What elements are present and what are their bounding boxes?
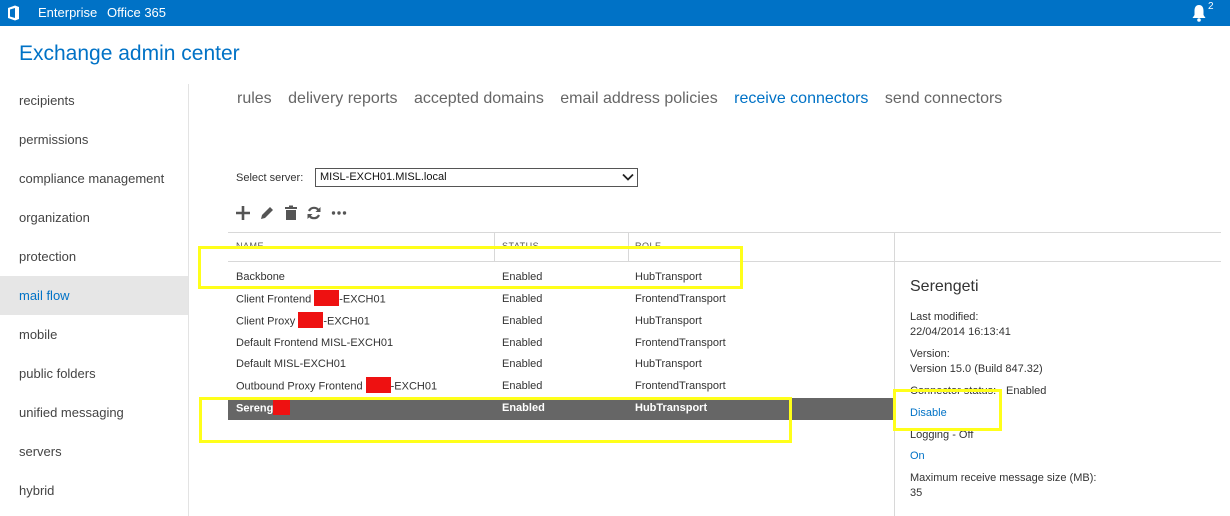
nav-item-protection[interactable]: protection [0, 237, 188, 276]
cell-role: FrontendTransport [635, 380, 726, 392]
cell-name-suffix: -EXCH01 [390, 380, 438, 393]
tab-receive-connectors[interactable]: receive connectors [734, 90, 868, 108]
top-bar: Enterprise Office 365 2 [0, 0, 1230, 26]
page-title: Exchange admin center [19, 42, 240, 65]
bell-icon[interactable] [1191, 4, 1207, 22]
table-row[interactable]: Client Frontend -EXCH01 Enabled Frontend… [228, 289, 894, 311]
server-dropdown[interactable]: MISL-EXCH01.MISL.local [315, 168, 638, 187]
redaction-mark [365, 377, 391, 393]
cell-status: Enabled [502, 337, 543, 349]
refresh-icon[interactable] [306, 205, 322, 221]
nav-item-compliance-management[interactable]: compliance management [0, 159, 188, 198]
cell-name: Default MISL-EXCH01 [236, 358, 347, 370]
cell-name: Default Frontend MISL-EXCH01 [236, 337, 394, 349]
table-row[interactable]: Outbound Proxy Frontend -EXCH01 Enabled … [228, 376, 894, 398]
more-icon[interactable] [331, 205, 347, 221]
connector-status-value: Enabled [1006, 385, 1047, 397]
cell-name: Client Frontend -EXCH01 [236, 290, 386, 306]
highlight-box-backbone [198, 246, 743, 289]
tab-send-connectors[interactable]: send connectors [885, 90, 1002, 108]
server-dropdown-value: MISL-EXCH01.MISL.local [320, 171, 447, 183]
cell-name-suffix: -EXCH01 [339, 293, 386, 306]
cell-role: HubTransport [635, 358, 702, 370]
tab-email-address-policies[interactable]: email address policies [560, 90, 717, 108]
nav-item-servers[interactable]: servers [0, 432, 188, 471]
redaction-mark [298, 312, 324, 328]
tab-rules[interactable]: rules [237, 90, 272, 108]
chevron-down-icon [622, 173, 634, 181]
redaction-mark [314, 290, 340, 306]
nav-item-permissions[interactable]: permissions [0, 120, 188, 159]
cell-role: HubTransport [635, 315, 702, 327]
nav-item-recipients[interactable]: recipients [0, 81, 188, 120]
table-row[interactable]: Default Frontend MISL-EXCH01 Enabled Fro… [228, 333, 894, 355]
enterprise-link[interactable]: Enterprise [38, 5, 97, 20]
table-row[interactable]: Client Proxy -EXCH01 Enabled HubTranspor… [228, 311, 894, 333]
left-navigation: recipients permissions compliance manage… [0, 81, 188, 510]
cell-status: Enabled [502, 315, 543, 327]
max-message-size-value: 35 [910, 487, 923, 499]
tab-delivery-reports[interactable]: delivery reports [288, 90, 397, 108]
nav-item-unified-messaging[interactable]: unified messaging [0, 393, 188, 432]
last-modified-value: 22/04/2014 16:13:41 [910, 326, 1011, 338]
office365-link[interactable]: Office 365 [107, 5, 166, 20]
cell-name: Client Proxy -EXCH01 [236, 312, 370, 328]
select-server-label: Select server: [236, 172, 304, 184]
cell-status: Enabled [502, 358, 543, 370]
table-row[interactable]: Default MISL-EXCH01 Enabled HubTransport [228, 354, 894, 376]
cell-role: FrontendTransport [635, 337, 726, 349]
nav-divider [188, 84, 189, 516]
delete-icon[interactable] [283, 205, 299, 221]
cell-status: Enabled [502, 380, 543, 392]
add-icon[interactable] [235, 205, 251, 221]
office-logo-icon[interactable] [7, 5, 20, 21]
cell-status: Enabled [502, 293, 543, 305]
version-value: Version 15.0 (Build 847.32) [910, 363, 1043, 375]
nav-item-mobile[interactable]: mobile [0, 315, 188, 354]
notification-count: 2 [1208, 1, 1214, 12]
cell-name-prefix: Client Frontend [236, 293, 315, 306]
last-modified-label: Last modified: [910, 311, 979, 323]
nav-item-mail-flow[interactable]: mail flow [0, 276, 188, 315]
max-message-size-label: Maximum receive message size (MB): [910, 472, 1097, 484]
highlight-box-disable [893, 389, 1002, 431]
highlight-box-serengeti [199, 397, 792, 443]
cell-role: FrontendTransport [635, 293, 726, 305]
nav-item-hybrid[interactable]: hybrid [0, 471, 188, 510]
cell-name-prefix: Client Proxy [236, 315, 299, 328]
tab-bar: rules delivery reports accepted domains … [237, 90, 1014, 108]
version-label: Version: [910, 348, 950, 360]
cell-name-suffix: -EXCH01 [323, 315, 370, 328]
logging-on-link[interactable]: On [910, 450, 925, 462]
cell-name-prefix: Outbound Proxy Frontend [236, 380, 366, 393]
nav-item-organization[interactable]: organization [0, 198, 188, 237]
cell-name: Outbound Proxy Frontend -EXCH01 [236, 377, 438, 393]
tab-accepted-domains[interactable]: accepted domains [414, 90, 544, 108]
edit-icon[interactable] [259, 205, 275, 221]
details-title: Serengeti [910, 278, 979, 295]
column-separator [894, 233, 895, 262]
nav-item-public-folders[interactable]: public folders [0, 354, 188, 393]
